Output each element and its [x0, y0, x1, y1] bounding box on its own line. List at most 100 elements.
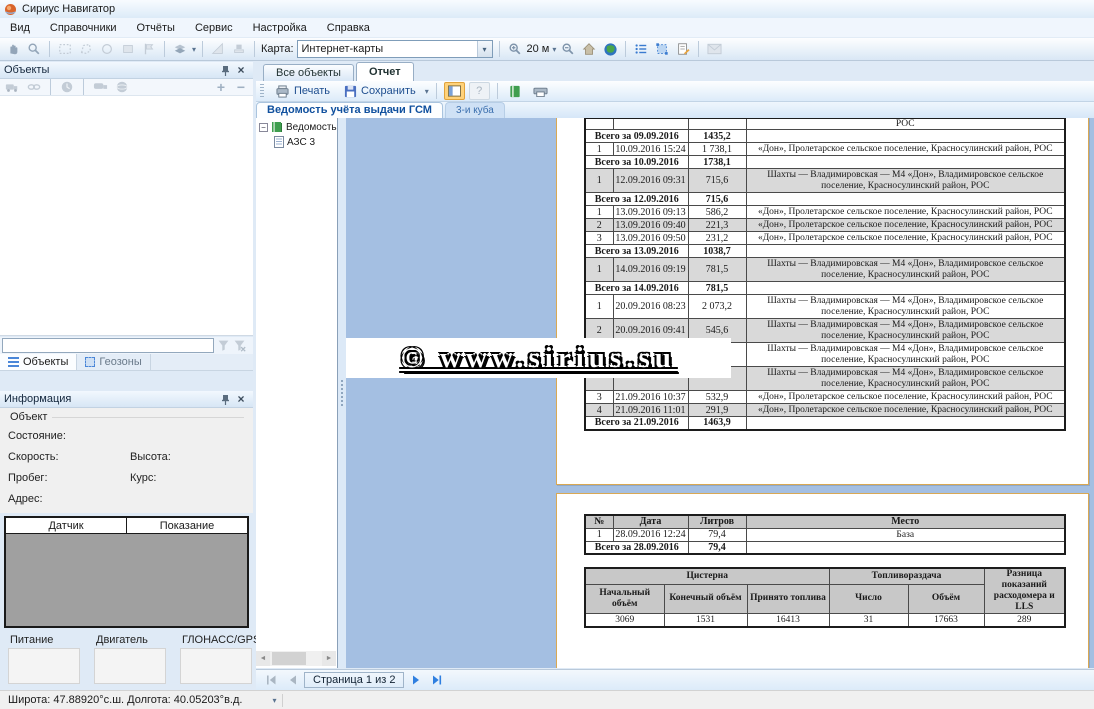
cell: 21.09.2016 10:37 [613, 391, 688, 404]
last-page-icon[interactable] [428, 672, 446, 688]
next-page-icon[interactable] [407, 672, 425, 688]
menu-bar: ВидСправочникиОтчётыСервисНастройкаСправ… [0, 18, 1094, 38]
table-row: 313.09.2016 09:50231,2«Дон», Пролетарско… [585, 232, 1065, 245]
fuel-report-table: РОСВсего за 09.09.20161435,2110.09.2016 … [584, 118, 1066, 431]
zoom-in-icon[interactable] [506, 40, 524, 58]
layers-icon[interactable] [171, 40, 189, 58]
home-icon[interactable] [580, 40, 598, 58]
scroll-left-icon[interactable]: ◄ [256, 651, 270, 666]
table-row: 114.09.2016 09:19781,5Шахты — Владимиров… [585, 258, 1065, 282]
table-row: 213.09.2016 09:40221,3«Дон», Пролетарско… [585, 219, 1065, 232]
zoom-select-icon[interactable] [25, 40, 43, 58]
table-row: 321.09.2016 10:37532,9«Дон», Пролетарско… [585, 391, 1065, 404]
layers-dropdown-caret[interactable]: ▾ [192, 45, 196, 54]
select-circle-icon[interactable] [98, 40, 116, 58]
cell: 14.09.2016 09:19 [613, 258, 688, 282]
cell: 31 [829, 614, 908, 627]
close-icon[interactable]: × [233, 63, 249, 77]
zoom-scale-caret[interactable]: ▾ [552, 45, 556, 54]
cell [613, 118, 688, 130]
objects-geozones-tabs: ОбъектыГеозоны [0, 354, 253, 371]
cell: 1463,9 [688, 417, 746, 430]
pin-icon[interactable] [217, 63, 233, 77]
export-book-button[interactable] [505, 82, 526, 100]
scroll-right-icon[interactable]: ► [322, 651, 336, 666]
cell: Число [829, 584, 908, 613]
ruler-icon[interactable] [209, 40, 227, 58]
filter-icon [217, 339, 230, 352]
cell: Место [746, 515, 1065, 528]
menu-item-Вид[interactable]: Вид [0, 19, 40, 37]
stamp-icon[interactable] [230, 40, 248, 58]
print-button[interactable]: Печать [270, 84, 335, 99]
add-vehicle-icon [3, 78, 21, 96]
select-rect-icon[interactable] [56, 40, 74, 58]
save-dropdown-caret[interactable]: ▾ [425, 87, 429, 96]
scrollbar-thumb[interactable] [272, 652, 306, 665]
menu-item-Настройка[interactable]: Настройка [243, 19, 317, 37]
tree-node-root[interactable]: − Ведомость [256, 118, 337, 133]
clear-filter-icon [233, 339, 246, 352]
objects-list[interactable] [0, 96, 253, 336]
filter-input[interactable] [2, 338, 214, 353]
cell: 1 738,1 [688, 143, 746, 156]
cell: «Дон», Пролетарское сельское поселение, … [746, 404, 1065, 417]
tab-Отчет[interactable]: Отчет [356, 62, 414, 81]
cell: Всего за 21.09.2016 [585, 417, 688, 430]
pin-icon[interactable] [217, 392, 233, 406]
remove-icon: − [233, 80, 249, 94]
subtab-3-и куба[interactable]: 3-и куба [445, 102, 505, 118]
map-select[interactable]: Интернет-карты ▾ [297, 40, 493, 58]
document-tabs: Все объектыОтчет [256, 62, 1094, 81]
select-polygon-icon[interactable] [77, 40, 95, 58]
report-preview[interactable]: РОСВсего за 09.09.20161435,2110.09.2016 … [346, 118, 1094, 668]
vehicle-message-icon [91, 78, 109, 96]
cell: Начальный объём [585, 584, 664, 613]
cell: 1738,1 [688, 156, 746, 169]
flag-icon[interactable] [140, 40, 158, 58]
table-row: 110.09.2016 15:241 738,1«Дон», Пролетарс… [585, 143, 1065, 156]
fuel-report-table-page2: №ДатаЛитровМесто128.09.2016 12:2479,4Баз… [584, 514, 1066, 555]
tab-Все объекты[interactable]: Все объекты [263, 64, 354, 81]
chevron-down-icon[interactable]: ▾ [477, 41, 492, 57]
zoom-scale-value[interactable]: 20 м [527, 43, 550, 55]
tree-node-child[interactable]: АЗС 3 [256, 133, 337, 148]
status-dropdown-caret[interactable]: ▾ [272, 696, 276, 705]
report-subtabs: Ведомость учёта выдачи ГСМ3-и куба [256, 102, 1094, 118]
horizontal-scrollbar[interactable]: ◄ ► [256, 651, 336, 666]
tab-Объекты[interactable]: Объекты [0, 354, 77, 370]
subtab-Ведомость учёта выдачи ГСМ[interactable]: Ведомость учёта выдачи ГСМ [256, 102, 443, 118]
tab-Геозоны[interactable]: Геозоны [77, 354, 150, 370]
track-list-icon[interactable] [632, 40, 650, 58]
cell: База [746, 528, 1065, 541]
menu-item-Справочники[interactable]: Справочники [40, 19, 127, 37]
globe-icon[interactable] [601, 40, 619, 58]
cell: 781,5 [688, 282, 746, 295]
toggle-report-tree-button[interactable] [444, 82, 465, 100]
cell: 13.09.2016 09:50 [613, 232, 688, 245]
zoom-out-icon[interactable] [559, 40, 577, 58]
splitter[interactable] [338, 118, 346, 668]
page-setup-button[interactable] [530, 82, 551, 100]
save-label: Сохранить [361, 85, 416, 97]
close-icon[interactable]: × [233, 392, 249, 406]
report-tree-panel: − Ведомость АЗС 3 ◄ ► [256, 118, 338, 668]
geozone-icon[interactable] [653, 40, 671, 58]
cell [746, 130, 1065, 143]
status-group-box [180, 648, 252, 684]
cell: Шахты — Владимировская — М4 «Дон», Влади… [746, 319, 1065, 343]
save-button[interactable]: Сохранить [339, 84, 421, 99]
collapse-icon[interactable]: − [259, 123, 268, 132]
cell: Конечный объём [664, 584, 747, 613]
table-row: Всего за 12.09.2016715,6 [585, 193, 1065, 206]
cell: Литров [688, 515, 746, 528]
select-area-icon[interactable] [119, 40, 137, 58]
menu-item-Отчёты[interactable]: Отчёты [127, 19, 185, 37]
menu-item-Сервис[interactable]: Сервис [185, 19, 243, 37]
notes-icon[interactable] [674, 40, 692, 58]
course-label: Курс: [130, 472, 156, 484]
pan-hand-icon[interactable] [4, 40, 22, 58]
document-icon [274, 136, 284, 148]
address-label: Адрес: [8, 493, 43, 505]
menu-item-Справка[interactable]: Справка [317, 19, 380, 37]
